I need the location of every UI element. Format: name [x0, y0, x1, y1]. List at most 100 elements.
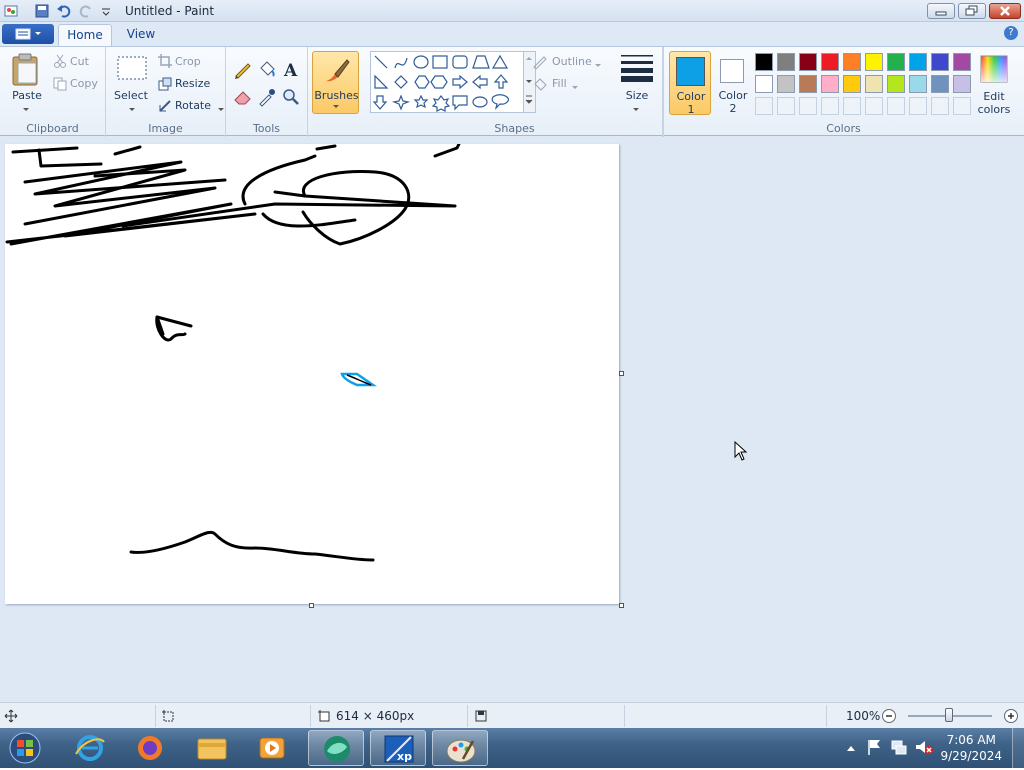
- zoom-in-button[interactable]: [1003, 708, 1019, 727]
- select-icon[interactable]: [116, 55, 148, 86]
- close-button[interactable]: [989, 3, 1021, 19]
- canvas-dimensions: 614 × 460px: [336, 709, 415, 723]
- size-dropdown-icon[interactable]: [632, 103, 640, 116]
- edit-colors-button[interactable]: Edit colors: [969, 90, 1019, 116]
- line-size-icon[interactable]: [620, 53, 654, 86]
- colors-group-label: Colors: [826, 122, 861, 135]
- color1-button[interactable]: Color 1: [669, 51, 711, 116]
- palette-swatch[interactable]: [799, 75, 817, 93]
- resize-handle-right[interactable]: [619, 371, 624, 376]
- start-button[interactable]: [4, 730, 46, 766]
- palette-swatch[interactable]: [777, 75, 795, 93]
- resize-handle-bottom[interactable]: [309, 603, 314, 608]
- palette-swatch[interactable]: [843, 75, 861, 93]
- resize-handle-corner[interactable]: [619, 603, 624, 608]
- paint-app-icon[interactable]: [3, 3, 19, 19]
- taskbar-internet-explorer-icon[interactable]: [62, 730, 118, 766]
- color-picker-icon[interactable]: [257, 87, 277, 110]
- customize-toolbar-icon[interactable]: [98, 3, 114, 19]
- copy-button[interactable]: Copy: [70, 77, 98, 90]
- color1-swatch: [676, 57, 705, 86]
- palette-swatch[interactable]: [909, 75, 927, 93]
- size-button[interactable]: Size: [616, 89, 658, 102]
- taskbar-xp-mode-icon[interactable]: xp: [370, 730, 426, 766]
- paint-menu-button[interactable]: [2, 24, 54, 44]
- brushes-button[interactable]: Brushes: [312, 51, 359, 114]
- clock-date: 9/29/2024: [940, 749, 1002, 763]
- taskbar-explorer-icon[interactable]: [184, 730, 240, 766]
- custom-color-slot[interactable]: [887, 97, 905, 115]
- outline-dropdown-icon[interactable]: [594, 59, 602, 72]
- fill-dropdown-icon[interactable]: [571, 81, 579, 94]
- fill-button[interactable]: Fill: [552, 77, 567, 90]
- palette-swatch[interactable]: [755, 53, 773, 71]
- custom-color-slot[interactable]: [843, 97, 861, 115]
- custom-color-slot[interactable]: [865, 97, 883, 115]
- palette-swatch[interactable]: [843, 53, 861, 71]
- restore-button[interactable]: [958, 3, 986, 19]
- edit-colors-icon[interactable]: [979, 55, 1009, 86]
- system-clock[interactable]: 7:06 AM 9/29/2024: [940, 732, 1002, 764]
- select-button[interactable]: Select: [110, 89, 152, 102]
- show-desktop-button[interactable]: [1012, 728, 1024, 768]
- palette-swatch[interactable]: [953, 53, 971, 71]
- taskbar-media-player-icon[interactable]: [244, 730, 300, 766]
- palette-swatch[interactable]: [865, 75, 883, 93]
- taskbar-firefox-icon[interactable]: [122, 730, 178, 766]
- rotate-icon: [158, 99, 172, 116]
- tab-view[interactable]: View: [116, 27, 166, 41]
- custom-color-slot[interactable]: [909, 97, 927, 115]
- zoom-slider-thumb[interactable]: [945, 708, 953, 722]
- redo-icon[interactable]: [78, 3, 94, 19]
- status-separator: [310, 705, 311, 727]
- eraser-icon[interactable]: [233, 87, 253, 110]
- undo-icon[interactable]: [56, 3, 72, 19]
- palette-swatch[interactable]: [821, 75, 839, 93]
- palette-swatch[interactable]: [777, 53, 795, 71]
- color2-label: Color: [718, 89, 748, 102]
- edit-colors-label-2: colors: [977, 103, 1011, 116]
- outline-button[interactable]: Outline: [552, 55, 592, 68]
- palette-swatch[interactable]: [799, 53, 817, 71]
- color2-button[interactable]: Color 2: [713, 51, 753, 115]
- action-center-flag-icon[interactable]: [866, 738, 882, 759]
- palette-swatch[interactable]: [755, 75, 773, 93]
- custom-color-slot[interactable]: [777, 97, 795, 115]
- paste-dropdown-icon[interactable]: [22, 103, 30, 116]
- show-hidden-icons-icon[interactable]: [846, 742, 856, 755]
- select-dropdown-icon[interactable]: [128, 103, 136, 116]
- paste-button[interactable]: Paste: [6, 89, 48, 102]
- palette-swatch[interactable]: [931, 53, 949, 71]
- cut-button[interactable]: Cut: [70, 55, 89, 68]
- palette-swatch[interactable]: [821, 53, 839, 71]
- palette-swatch[interactable]: [931, 75, 949, 93]
- palette-swatch[interactable]: [887, 75, 905, 93]
- volume-muted-icon[interactable]: [914, 738, 934, 759]
- tab-home[interactable]: Home: [58, 24, 112, 47]
- network-icon[interactable]: [890, 738, 908, 759]
- custom-color-slot[interactable]: [799, 97, 817, 115]
- taskbar-app-running[interactable]: [308, 730, 364, 766]
- drawing-canvas[interactable]: [5, 142, 619, 604]
- custom-color-slot[interactable]: [931, 97, 949, 115]
- custom-color-slot[interactable]: [755, 97, 773, 115]
- fill-bucket-icon[interactable]: [257, 59, 277, 82]
- minimize-button[interactable]: [927, 3, 955, 19]
- zoom-out-button[interactable]: [881, 708, 897, 727]
- pencil-icon[interactable]: [233, 59, 253, 82]
- paste-icon[interactable]: [10, 53, 42, 92]
- save-icon[interactable]: [34, 3, 50, 19]
- magnifier-icon[interactable]: [281, 87, 301, 110]
- palette-swatch[interactable]: [887, 53, 905, 71]
- help-icon[interactable]: ?: [1004, 26, 1018, 40]
- resize-button[interactable]: Resize: [175, 77, 210, 90]
- custom-color-slot[interactable]: [821, 97, 839, 115]
- palette-swatch[interactable]: [909, 53, 927, 71]
- canvas-workspace[interactable]: [0, 137, 1024, 702]
- palette-swatch[interactable]: [865, 53, 883, 71]
- rotate-dropdown-icon[interactable]: [217, 103, 225, 116]
- text-tool-icon[interactable]: A: [281, 59, 301, 82]
- crop-button[interactable]: Crop: [175, 55, 201, 68]
- taskbar-paint-icon[interactable]: [432, 730, 488, 766]
- rotate-button[interactable]: Rotate: [175, 99, 211, 112]
